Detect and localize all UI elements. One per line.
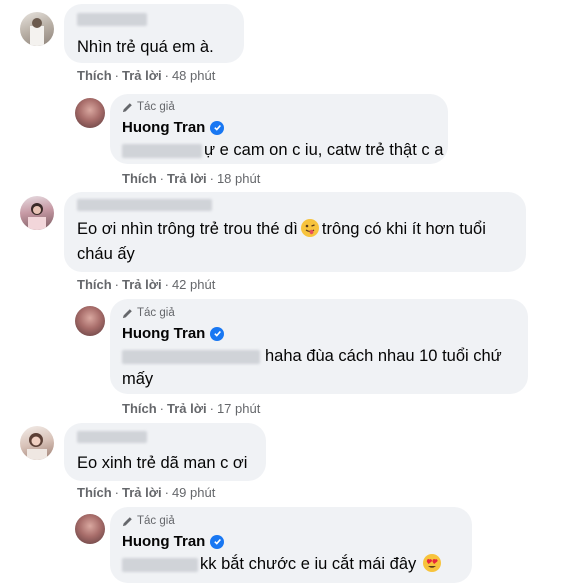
comment-text-part2: trông có khi ít hơn tuổi [321, 220, 486, 238]
blurred-mention[interactable] [122, 558, 198, 572]
reply-link[interactable]: Trả lời [167, 171, 207, 186]
blurred-commenter-name[interactable] [77, 199, 212, 211]
like-link[interactable]: Thích [77, 277, 112, 292]
reply-text: haha đùa cách nhau 10 tuổi chứ [265, 347, 502, 365]
author-tag: Tác giả [122, 307, 175, 319]
reply-bubble: Tác giả Huong Tran haha đùa cách nhau 10… [110, 299, 528, 394]
heart-eyes-emoji-icon [422, 554, 441, 572]
author-tag: Tác giả [122, 515, 175, 527]
reply-text-content: kk bắt chước e iu cắt mái đây [200, 555, 417, 573]
reply-actions: Thích · Trả lời · 18 phút [122, 171, 261, 186]
comment-actions: Thích · Trả lời · 48 phút [77, 68, 216, 83]
commenter-avatar[interactable] [20, 426, 54, 460]
commenter-avatar[interactable] [20, 12, 54, 46]
comment-bubble: Eo xinh trẻ dã man c ơi [64, 423, 266, 481]
verified-check-icon [210, 534, 225, 549]
avatar-photo [30, 18, 44, 46]
reply-actions: Thích · Trả lời · 17 phút [122, 401, 261, 416]
verified-check-icon [210, 326, 225, 341]
comment-time[interactable]: 49 phút [172, 485, 215, 500]
comment-time[interactable]: 48 phút [172, 68, 215, 83]
reply-text-line2: mấy [122, 370, 154, 388]
reply-text: kk bắt chước e iu cắt mái đây [200, 552, 441, 577]
comment-bubble: Eo ơi nhìn trông trẻ trou thé dì trông c… [64, 192, 526, 272]
author-name-text: Huong Tran [122, 325, 206, 342]
comment-bubble: Nhìn trẻ quá em à. [64, 4, 244, 63]
avatar-photo [28, 203, 46, 230]
reply-link[interactable]: Trả lời [122, 485, 162, 500]
like-link[interactable]: Thích [77, 68, 112, 83]
pencil-icon [122, 516, 132, 526]
blurred-mention[interactable] [122, 350, 260, 364]
commenter-avatar[interactable] [20, 196, 54, 230]
author-avatar[interactable] [75, 98, 105, 128]
comment-time[interactable]: 42 phút [172, 277, 215, 292]
author-avatar[interactable] [75, 514, 105, 544]
winking-tongue-emoji-icon [300, 219, 319, 237]
comment-text: Eo xinh trẻ dã man c ơi [77, 454, 248, 472]
author-avatar[interactable] [75, 306, 105, 336]
author-name-text: Huong Tran [122, 119, 206, 136]
avatar-photo [27, 433, 47, 460]
author-name-text: Huong Tran [122, 533, 206, 550]
verified-check-icon [210, 120, 225, 135]
author-tag-label: Tác giả [137, 101, 175, 113]
reply-link[interactable]: Trả lời [122, 277, 162, 292]
reply-time[interactable]: 17 phút [217, 401, 260, 416]
blurred-commenter-name[interactable] [77, 13, 147, 26]
reply-link[interactable]: Trả lời [167, 401, 207, 416]
like-link[interactable]: Thích [77, 485, 112, 500]
like-link[interactable]: Thích [122, 171, 157, 186]
blurred-mention[interactable] [122, 144, 202, 158]
reply-bubble: Tác giả Huong Tran kk bắt chước e iu cắt… [110, 507, 472, 583]
author-tag-label: Tác giả [137, 515, 175, 527]
like-link[interactable]: Thích [122, 401, 157, 416]
author-name[interactable]: Huong Tran [122, 325, 225, 342]
comment-text: Nhìn trẻ quá em à. [77, 38, 214, 56]
comment-text: Eo ơi nhìn trông trẻ trou thé dì trông c… [77, 217, 486, 242]
author-tag-label: Tác giả [137, 307, 175, 319]
reply-text: ự e cam on c iu, catw trẻ thật c a [204, 141, 444, 159]
reply-bubble: Tác giả Huong Tran ự e cam on c iu, catw… [110, 94, 448, 164]
pencil-icon [122, 308, 132, 318]
comment-text-line2: cháu ấy [77, 245, 135, 263]
pencil-icon [122, 102, 132, 112]
comment-actions: Thích · Trả lời · 49 phút [77, 485, 216, 500]
comment-text-part1: Eo ơi nhìn trông trẻ trou thé dì [77, 220, 298, 238]
reply-time[interactable]: 18 phút [217, 171, 260, 186]
blurred-commenter-name[interactable] [77, 431, 147, 443]
comment-actions: Thích · Trả lời · 42 phút [77, 277, 216, 292]
author-name[interactable]: Huong Tran [122, 533, 225, 550]
reply-link[interactable]: Trả lời [122, 68, 162, 83]
author-name[interactable]: Huong Tran [122, 119, 225, 136]
author-tag: Tác giả [122, 101, 175, 113]
